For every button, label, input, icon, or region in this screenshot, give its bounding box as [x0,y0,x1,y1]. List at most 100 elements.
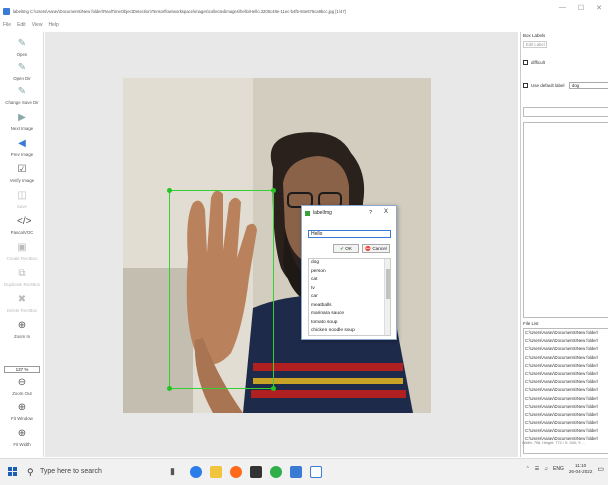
zoom-out-label: Zoom Out [12,391,32,396]
fit-window-button[interactable]: ⊕ Fit Window [0,402,44,421]
file-list-item[interactable]: C:\Users\Aarav\Documents\New folder\ [524,411,608,419]
task-view-icon[interactable]: ▮ [170,466,182,478]
bbox-handle-top-right[interactable] [271,188,276,193]
file-list[interactable]: C:\Users\Aarav\Documents\New folder\ C:\… [523,328,608,454]
menu-help[interactable]: Help [48,22,58,31]
bbox-handle-top-left[interactable] [167,188,172,193]
difficult-checkbox[interactable] [523,60,528,65]
file-list-item[interactable]: C:\Users\Aarav\Documents\New folder\ [524,329,608,337]
prev-image-label: Prev Image [10,152,34,157]
dialog-close-button[interactable]: X [384,209,388,215]
close-button[interactable]: ✕ [596,4,602,12]
list-item[interactable]: person [309,268,390,277]
list-item[interactable]: meatballs [309,302,390,311]
zoom-out-button[interactable]: ⊖ Zoom Out [0,377,44,396]
fit-width-button[interactable]: ⊕ Fit Width [0,428,44,447]
list-item[interactable]: tomato soup [309,319,390,328]
delete-rectbox-button[interactable]: ✖ Delete RectBox [0,294,44,313]
verify-image-button[interactable]: ☑ Verify Image [0,164,44,183]
bounding-box[interactable] [167,188,276,391]
file-list-item[interactable]: C:\Users\Aarav\Documents\New folder\ [524,337,608,345]
clock-date: 26-04-2022 [568,469,593,474]
file-list-item[interactable]: C:\Users\Aarav\Documents\New folder\ [524,362,608,370]
file-list-item[interactable]: C:\Users\Aarav\Documents\New folder\ [524,370,608,378]
list-item[interactable]: car [309,293,390,302]
cancel-label: Cancel [372,246,387,251]
label-search-bar[interactable] [523,107,608,117]
title-bar: labelImg C:\Users\Aarav\Documents\New fo… [0,0,608,22]
volume-icon[interactable]: ♫ [544,466,548,472]
save-button[interactable]: ◫ Save [0,190,44,209]
minimize-button[interactable]: — [559,4,566,12]
prev-image-button[interactable]: ◀ Prev Image [0,138,44,157]
duplicate-rectbox-button[interactable]: ⧉ Duplicate RectBox [0,268,44,287]
file-list-item[interactable]: C:\Users\Aarav\Documents\New folder\ [524,395,608,403]
menu-file[interactable]: File [3,22,11,31]
help-button[interactable]: ? [369,210,372,216]
next-image-button[interactable]: ▶ Next Image [0,112,44,131]
bbox-handle-bottom-left[interactable] [167,386,172,391]
list-item[interactable]: marinara sauce [309,310,390,319]
python-app-icon[interactable] [290,466,302,478]
open-dir-button[interactable]: ✎ Open Dir [0,62,44,81]
app-icon [3,7,10,15]
file-list-item[interactable]: C:\Users\Aarav\Documents\New folder\ [524,354,608,362]
menu-view[interactable]: View [32,22,43,31]
file-list-item[interactable]: C:\Users\Aarav\Documents\New folder\ [524,386,608,394]
cancel-button[interactable]: ⛔ Cancel [362,244,390,253]
edit-label-button[interactable]: Edit Label [523,41,547,48]
difficult-label: difficult [531,60,545,65]
labelimg-taskbar-icon[interactable] [310,466,322,478]
pascal-voc-button[interactable]: </> PascalVOC [0,216,44,235]
list-item[interactable]: dog [309,259,390,268]
open-button[interactable]: ✎ Open [0,38,44,57]
menu-edit[interactable]: Edit [17,22,26,31]
language-indicator[interactable]: ENG [553,466,564,472]
create-rectbox-button[interactable]: ▣ Create RectBox [0,242,44,261]
file-list-item[interactable]: C:\Users\Aarav\Documents\New folder\ [524,419,608,427]
label-list[interactable]: dog person cat tv car meatballs marinara… [308,258,391,336]
zoom-in-button[interactable]: ⊕ Zoom In [0,320,44,339]
ok-label: OK [345,246,352,251]
list-scrollbar[interactable] [384,259,390,335]
wifi-icon[interactable]: ☰ [535,466,539,472]
list-item[interactable]: chicken noodle soup [309,327,390,335]
start-button[interactable] [8,467,18,477]
edge-browser-icon[interactable] [190,466,202,478]
zoom-level-spinbox[interactable]: 137 % [4,366,40,373]
file-list-item[interactable]: C:\Users\Aarav\Documents\New folder\ [524,427,608,435]
zoom-in-icon: ⊕ [17,320,27,331]
file-list-item[interactable]: C:\Users\Aarav\Documents\New folder\ [524,345,608,353]
fit-width-label: Fit Width [13,442,31,447]
terminal-icon[interactable] [250,466,262,478]
save-dir-icon: ✎ [17,86,27,97]
verify-image-label: Verify Image [9,178,35,183]
file-explorer-icon[interactable] [210,466,222,478]
save-label: Save [16,204,27,209]
chevron-up-icon[interactable]: ⌃ [526,466,530,472]
scrollbar-thumb[interactable] [386,269,390,299]
default-label-input[interactable]: dog [569,82,608,89]
app-icon-green[interactable] [270,466,282,478]
box-labels-list[interactable] [523,122,608,318]
use-default-label-label: Use default label [531,83,565,88]
list-item[interactable]: cat [309,276,390,285]
window-title: labelImg C:\Users\Aarav\Documents\New fo… [13,8,346,14]
left-toolbar: ✎ Open ✎ Open Dir ✎ Change Save Dir ▶ Ne… [0,32,44,457]
notification-icon[interactable]: ▭ [597,465,604,473]
box-labels-title: Box Labels [523,33,546,38]
change-save-dir-button[interactable]: ✎ Change Save Dir [0,86,44,105]
zoom-in-label: Zoom In [13,334,31,339]
list-item[interactable]: tv [309,285,390,294]
taskbar-search-input[interactable]: Type here to search [40,468,102,475]
use-default-label-checkbox[interactable] [523,83,528,88]
file-list-item[interactable]: C:\Users\Aarav\Documents\New folder\ [524,403,608,411]
label-input[interactable]: Hello [308,230,391,238]
file-list-item[interactable]: C:\Users\Aarav\Documents\New folder\ [524,378,608,386]
ok-button[interactable]: ✔ OK [333,244,359,253]
right-panel: Box Labels Edit Label difficult Use defa… [520,32,608,457]
bbox-handle-bottom-right[interactable] [271,386,276,391]
firefox-icon[interactable] [230,466,242,478]
maximize-button[interactable]: ☐ [578,4,584,12]
clock[interactable]: 11:10 26-04-2022 [569,463,593,475]
